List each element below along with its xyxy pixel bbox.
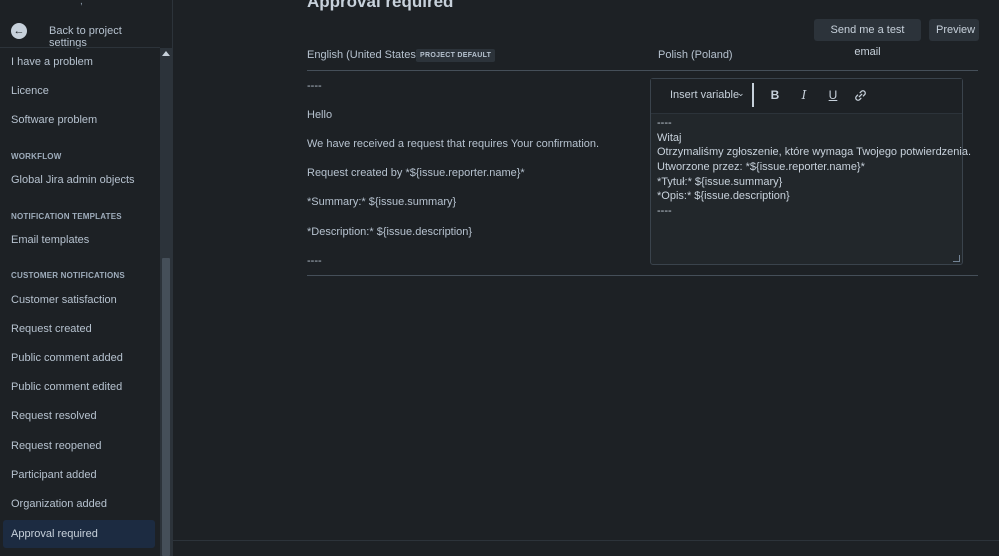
chevron-down-icon[interactable]: ⌄ — [737, 88, 745, 99]
back-label: Back to project settings — [49, 25, 122, 49]
preview-button[interactable]: Preview — [929, 19, 979, 41]
sidebar-item-global-jira-admin-objects[interactable]: Global Jira admin objects — [3, 166, 155, 194]
polish-line[interactable]: *Opis:* ${issue.description} — [657, 190, 790, 202]
sidebar-item-request-created[interactable]: Request created — [3, 315, 155, 343]
sidebar-item-licence[interactable]: Licence — [3, 77, 155, 105]
arrow-left-circle-icon: ← — [11, 23, 27, 39]
polish-language-label: Polish (Poland) — [658, 49, 733, 61]
polish-line[interactable]: *Tytuł:* ${issue.summary} — [657, 176, 782, 188]
section-workflow: WORKFLOW — [11, 152, 62, 161]
section-customer-notifications: CUSTOMER NOTIFICATIONS — [11, 271, 125, 280]
resize-handle[interactable] — [953, 255, 960, 262]
sidebar-item-approval-required[interactable]: Approval required — [3, 520, 155, 548]
sidebar-item-customer-satisfaction[interactable]: Customer satisfaction — [3, 286, 155, 314]
sidebar-item-request-reopened[interactable]: Request reopened — [3, 432, 155, 460]
page-title: Approval required — [307, 0, 454, 11]
sidebar-item-organization-added[interactable]: Organization added — [3, 490, 155, 518]
section-notification-templates: NOTIFICATION TEMPLATES — [11, 212, 122, 221]
english-line: We have received a request that requires… — [307, 138, 600, 150]
english-line: Request created by *${issue.reporter.nam… — [307, 167, 525, 179]
header-divider — [307, 70, 978, 71]
link-icon[interactable] — [854, 88, 868, 102]
sidebar-scrollbar[interactable] — [160, 48, 172, 556]
sidebar-item-participant-added[interactable]: Participant added — [3, 461, 155, 489]
polish-line[interactable]: Utworzone przez: *${issue.reporter.name}… — [657, 161, 865, 173]
english-line: ---- — [307, 255, 322, 267]
sidebar-item-request-resolved[interactable]: Request resolved — [3, 402, 155, 430]
bold-button[interactable]: B — [768, 88, 782, 102]
truncated-top-text: , — [80, 0, 83, 7]
project-default-badge: PROJECT DEFAULT — [416, 49, 496, 62]
polish-line[interactable]: Otrzymaliśmy zgłoszenie, które wymaga Tw… — [657, 146, 971, 158]
sidebar: , ← Back to project settings I have a pr… — [0, 0, 160, 556]
footer-divider — [173, 540, 999, 541]
english-line: Hello — [307, 109, 333, 121]
sidebar-item-email-templates[interactable]: Email templates — [3, 226, 155, 254]
italic-button[interactable]: I — [797, 88, 811, 102]
polish-line[interactable]: ---- — [657, 205, 672, 217]
polish-line[interactable]: ---- — [657, 117, 672, 129]
english-language-label: English (United States) — [307, 49, 420, 61]
sidebar-item-i-have-a-problem[interactable]: I have a problem — [3, 48, 155, 76]
sidebar-item-software-problem[interactable]: Software problem — [3, 106, 155, 134]
send-test-email-button[interactable]: Send me a test email — [814, 19, 921, 58]
back-to-project-settings-link[interactable]: ← Back to project settings — [0, 14, 160, 49]
scrollbar-thumb[interactable] — [162, 258, 170, 556]
underline-button[interactable]: U — [826, 88, 840, 102]
sidebar-item-public-comment-added[interactable]: Public comment added — [3, 344, 155, 372]
english-line: *Summary:* ${issue.summary} — [307, 196, 457, 208]
english-line: *Description:* ${issue.description} — [307, 226, 473, 238]
polish-line[interactable]: Witaj — [657, 132, 681, 144]
sidebar-item-public-comment-edited[interactable]: Public comment edited — [3, 373, 155, 401]
english-line: ---- — [307, 80, 322, 92]
content-divider — [307, 275, 978, 276]
main-divider — [172, 0, 173, 556]
editor-toolbar: Insert variable ⌄ B I U — [651, 79, 962, 114]
scroll-up-arrow-icon[interactable] — [162, 51, 170, 56]
polish-template-editor[interactable]: Insert variable ⌄ B I U ---- Witaj Otrzy… — [650, 78, 971, 265]
insert-variable-dropdown[interactable]: Insert variable — [670, 89, 739, 101]
toolbar-cursor-divider — [752, 83, 754, 107]
